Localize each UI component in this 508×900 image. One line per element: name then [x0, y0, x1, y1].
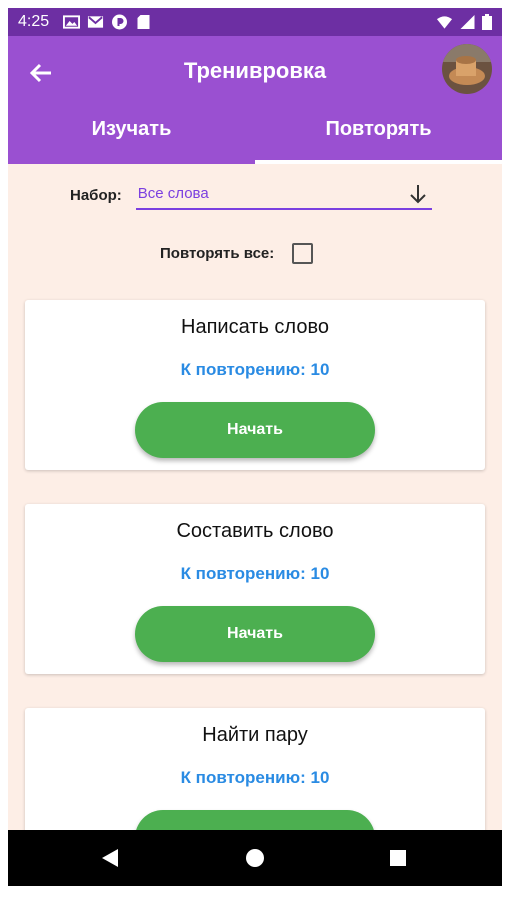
card-count: К повторению: 10 [180, 360, 330, 379]
phone-screen: 4:25 Тренивровка Изучать Повторять Набор… [8, 8, 502, 886]
card-find-pair: Найти пару К повторению: 10 Начать [25, 708, 485, 830]
main-content: Набор: Все слова Повторять все: Написать… [8, 164, 502, 830]
set-dropdown[interactable]: Все слова [135, 180, 432, 210]
repeat-all-label: Повторять все: [160, 244, 275, 262]
card-write-word: Написать слово К повторению: 10 Начать [25, 300, 485, 470]
card-title: Составить слово [176, 520, 334, 542]
gallery-icon [63, 15, 80, 29]
system-nav-bar [8, 830, 502, 886]
page-title: Тренивровка [183, 58, 327, 83]
card-compose-word: Составить слово К повторению: 10 Начать [25, 504, 485, 674]
card-title: Найти пару [202, 724, 308, 746]
wifi-icon [436, 16, 453, 29]
nav-recents-button[interactable] [386, 846, 410, 870]
battery-icon [482, 14, 492, 30]
tab-repeat[interactable]: Повторять [255, 106, 502, 164]
repeat-all-checkbox[interactable] [292, 242, 314, 264]
home-circle-icon [246, 849, 264, 867]
set-value: Все слова [137, 185, 209, 202]
start-button[interactable]: Начать [135, 606, 375, 662]
status-bar: 4:25 [8, 8, 502, 36]
signal-icon [460, 15, 475, 29]
nav-home-button[interactable] [243, 846, 267, 870]
avatar-image [442, 44, 492, 94]
start-button[interactable]: Начать [135, 402, 375, 458]
status-time: 4:25 [18, 13, 50, 30]
arrow-down-icon [410, 185, 426, 204]
tab-bar: Изучать Повторять [8, 106, 502, 164]
status-notification-icons [63, 14, 152, 30]
repeat-all-row: Повторять все: [160, 240, 314, 266]
app-notification-icon [112, 14, 127, 30]
avatar[interactable] [442, 44, 492, 94]
app-bar: Тренивровка Изучать Повторять [8, 36, 502, 164]
card-title: Написать слово [181, 316, 329, 338]
nav-back-button[interactable] [98, 846, 122, 870]
set-label: Набор: [70, 186, 122, 204]
card-count: К повторению: 10 [180, 564, 330, 583]
sd-card-icon [137, 15, 150, 29]
status-system-icons [436, 14, 492, 30]
set-filter-row: Набор: Все слова [70, 180, 432, 210]
back-triangle-icon [102, 849, 118, 867]
recents-square-icon [390, 850, 406, 866]
tab-learn[interactable]: Изучать [8, 106, 255, 164]
card-count: К повторению: 10 [180, 768, 330, 787]
start-button[interactable]: Начать [135, 810, 375, 830]
gmail-icon [87, 16, 104, 28]
